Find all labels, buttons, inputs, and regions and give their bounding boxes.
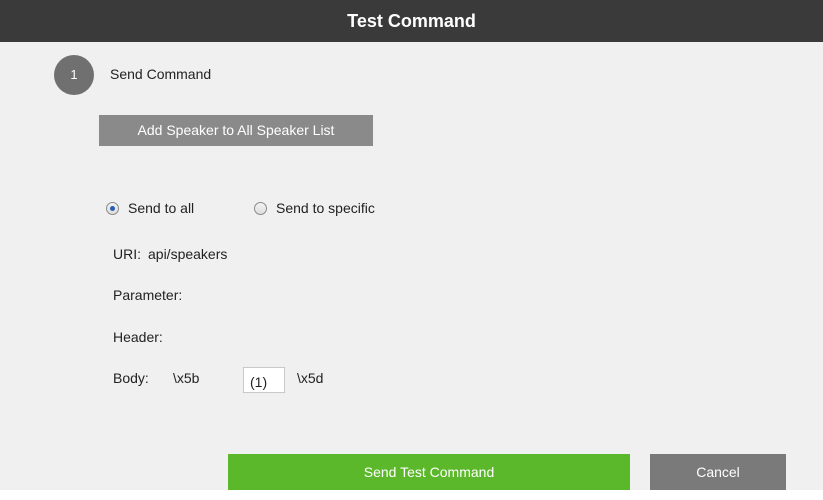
add-speaker-button[interactable]: Add Speaker to All Speaker List (99, 115, 373, 146)
uri-value: api/speakers (148, 246, 228, 262)
radio-send-to-specific-label: Send to specific (276, 200, 375, 216)
radio-send-to-all[interactable]: Send to all (106, 200, 194, 216)
dialog-title: Test Command (0, 0, 823, 42)
body-value-input[interactable] (243, 367, 285, 393)
radio-send-to-all-label: Send to all (128, 200, 195, 216)
send-test-command-button[interactable]: Send Test Command (228, 454, 630, 490)
body-label: Body: (113, 370, 149, 386)
dialog-body: 1 Send Command Add Speaker to All Speake… (0, 42, 823, 490)
radio-send-to-specific[interactable]: Send to specific (254, 200, 375, 216)
test-command-dialog: Test Command 1 Send Command Add Speaker … (0, 0, 823, 500)
step-number-badge: 1 (54, 55, 94, 95)
bottom-edge (0, 490, 823, 500)
cancel-button[interactable]: Cancel (650, 454, 786, 490)
header-label: Header: (113, 329, 163, 345)
step-label: Send Command (110, 66, 212, 82)
uri-label: URI: (113, 246, 141, 262)
radio-unchecked-icon[interactable] (254, 201, 267, 215)
body-suffix: \x5d (297, 370, 324, 386)
parameter-label: Parameter: (113, 287, 183, 303)
radio-checked-icon[interactable] (106, 201, 119, 215)
body-prefix: \x5b (173, 370, 200, 386)
